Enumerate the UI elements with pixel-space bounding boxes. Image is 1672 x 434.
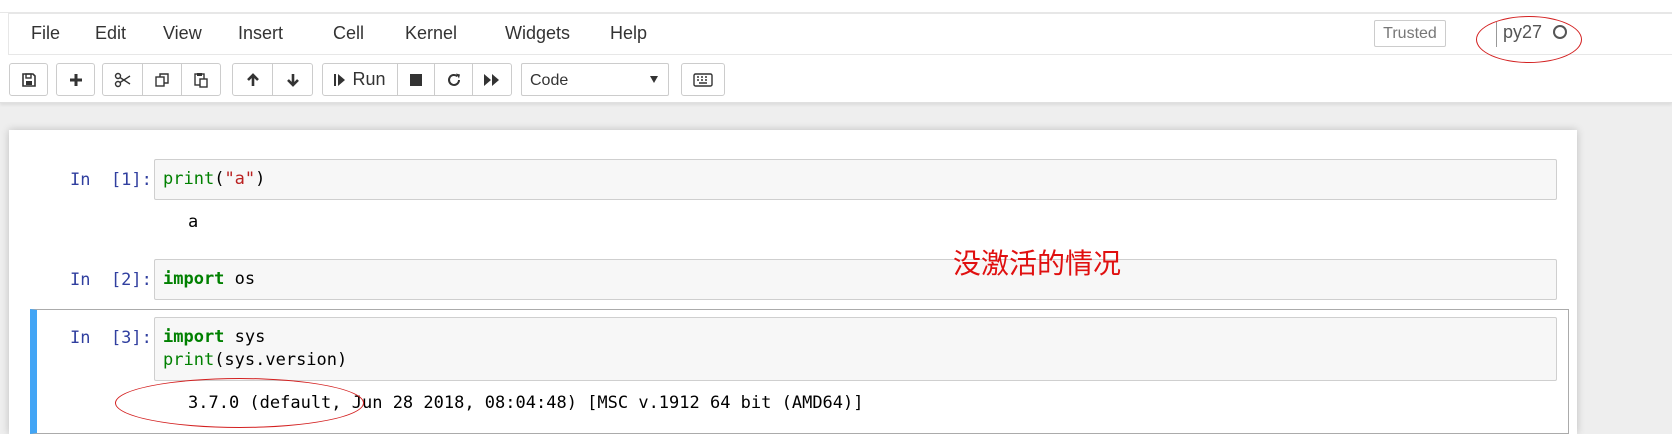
- menu-edit[interactable]: Edit: [95, 23, 126, 44]
- menu-help[interactable]: Help: [610, 23, 647, 44]
- insert-cell-button[interactable]: [56, 63, 95, 96]
- menu-file[interactable]: File: [31, 23, 60, 44]
- cell-1-prompt: In [1]:: [70, 170, 152, 190]
- restart-icon: [447, 73, 460, 86]
- cell-1-input[interactable]: print("a"): [154, 159, 1557, 200]
- cell-1-output: a: [188, 212, 199, 232]
- cell-type-value: Code: [530, 72, 569, 89]
- notebook-header: File Edit View Insert Cell Kernel Widget…: [0, 0, 1672, 103]
- trusted-badge[interactable]: Trusted: [1374, 20, 1446, 47]
- restart-button[interactable]: [434, 63, 473, 96]
- code-line: import os: [163, 269, 256, 289]
- menu-view[interactable]: View: [163, 23, 202, 44]
- run-label: Run: [352, 69, 386, 89]
- save-icon: [21, 72, 36, 87]
- cell-3-input[interactable]: import sys print(sys.version): [154, 317, 1557, 381]
- menu-cell[interactable]: Cell: [333, 23, 364, 44]
- menu-widgets[interactable]: Widgets: [505, 23, 570, 44]
- menu-kernel[interactable]: Kernel: [405, 23, 457, 44]
- kernel-highlight-ellipse: [1476, 16, 1582, 63]
- cell-type-select[interactable]: Code: [521, 63, 669, 96]
- cell-2-input[interactable]: import os: [154, 259, 1557, 300]
- arrow-up-icon: [246, 72, 259, 86]
- cut-button[interactable]: [102, 63, 143, 96]
- move-up-button[interactable]: [232, 63, 273, 96]
- interrupt-button[interactable]: [397, 63, 435, 96]
- version-highlight-ellipse: [115, 378, 364, 428]
- move-down-button[interactable]: [272, 63, 313, 96]
- run-button[interactable]: Run: [322, 63, 398, 96]
- code-line: print("a"): [163, 169, 266, 189]
- cell-3-prompt: In [3]:: [70, 328, 152, 348]
- stop-icon: [410, 73, 422, 86]
- arrow-down-icon: [286, 73, 299, 87]
- chevron-down-icon: [650, 76, 658, 83]
- paste-button[interactable]: [181, 63, 221, 96]
- save-button[interactable]: [9, 63, 48, 96]
- code-line: import sys: [163, 327, 266, 347]
- cut-icon: [114, 72, 130, 87]
- run-icon: [334, 73, 346, 86]
- fast-forward-icon: [484, 73, 499, 86]
- restart-run-all-button[interactable]: [472, 63, 512, 96]
- code-line: print(sys.version): [163, 350, 348, 370]
- cell-2-prompt: In [2]:: [70, 270, 152, 290]
- plus-icon: [69, 73, 82, 86]
- keyboard-icon: [693, 72, 713, 87]
- annotation-text: 没激活的情况: [953, 247, 1122, 280]
- command-palette-button[interactable]: [681, 63, 725, 96]
- copy-icon: [155, 72, 169, 87]
- menu-insert[interactable]: Insert: [238, 23, 283, 44]
- copy-button[interactable]: [142, 63, 182, 96]
- paste-icon: [194, 72, 208, 88]
